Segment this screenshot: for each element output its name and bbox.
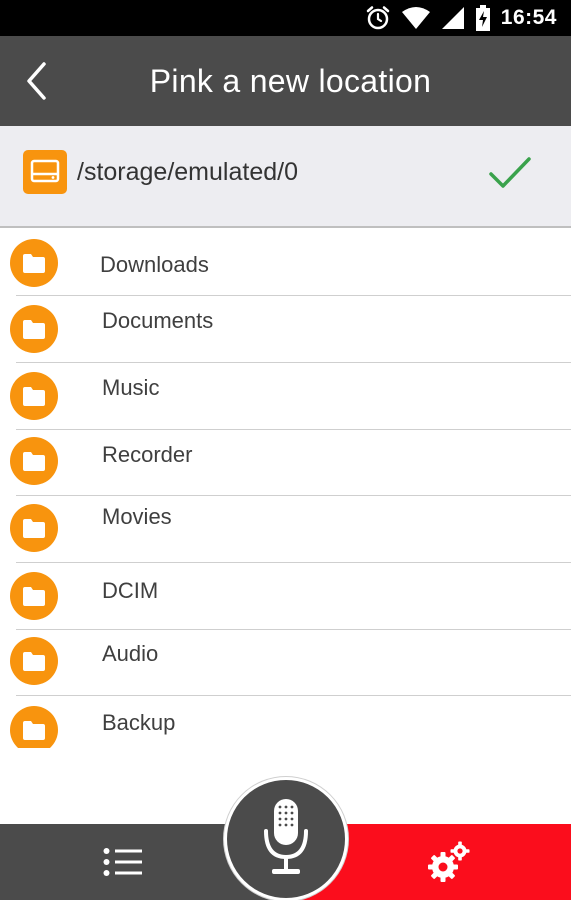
settings-gears-icon [427,841,469,882]
folder-item-dcim[interactable]: DCIM [0,563,571,630]
chevron-left-icon [27,62,46,100]
folder-label: Downloads [100,252,209,277]
page-title: Pink a new location [149,62,432,99]
microphone-icon [264,799,308,874]
status-bar: 16:54 [0,0,571,36]
current-path: /storage/emulated/0 [77,158,298,186]
folder-label: Music [102,375,160,400]
confirm-location-button[interactable] [484,148,536,198]
list-icon [103,848,142,876]
wifi-icon [401,6,431,30]
folder-icon [10,437,58,485]
folder-label: Backup [102,710,176,735]
folder-item-recorder[interactable]: Recorder [0,430,571,496]
folder-icon [10,706,58,748]
folder-icon [10,372,58,420]
folder-item-backup[interactable]: Backup [0,696,571,748]
checkmark-icon [489,157,531,188]
folder-icon [10,305,58,353]
storage-drive-icon [23,150,67,194]
battery-charging-icon [475,5,491,31]
folder-icon [10,504,58,552]
back-button[interactable] [14,58,58,104]
folder-label: Recorder [102,442,193,467]
alarm-icon [365,5,391,31]
voice-record-button[interactable] [224,777,348,900]
folder-icon [10,637,58,685]
folder-item-audio[interactable]: Audio [0,630,571,696]
signal-icon [441,6,465,30]
folder-icon [10,239,58,287]
app-header: Pink a new location [0,36,571,126]
folder-list: Downloads Documents Music Recorder Movie [0,230,571,748]
folder-item-documents[interactable]: Documents [0,296,571,363]
current-path-bar: /storage/emulated/0 [0,126,571,228]
folder-item-movies[interactable]: Movies [0,496,571,563]
status-time: 16:54 [500,6,557,29]
folder-item-downloads[interactable]: Downloads [0,230,571,296]
folder-label: Audio [102,641,159,666]
folder-item-music[interactable]: Music [0,363,571,430]
folder-label: Documents [102,308,214,333]
folder-label: Movies [102,504,172,529]
folder-icon [10,572,58,620]
folder-label: DCIM [102,578,159,603]
